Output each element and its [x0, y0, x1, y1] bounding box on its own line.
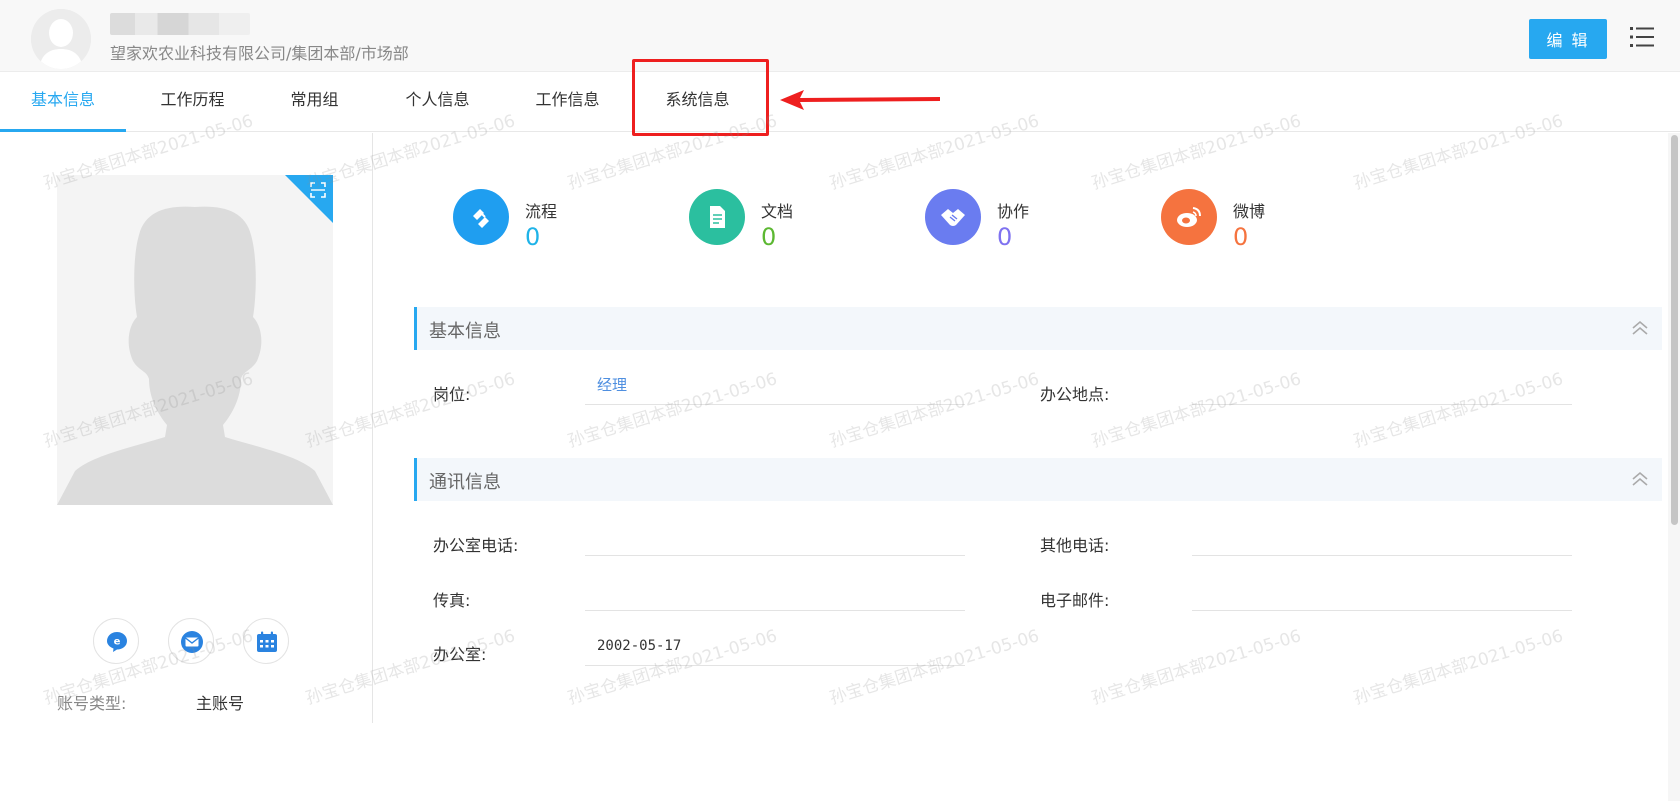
- mail-icon: [181, 631, 203, 653]
- workflow-icon: [453, 189, 509, 245]
- tab-work-info[interactable]: 工作信息: [525, 72, 610, 132]
- watermark-text: 孙宝仓集团本部2021-05-06: [1089, 626, 1304, 709]
- account-type-value: 主账号: [196, 694, 245, 713]
- avatar-silhouette-icon: [31, 9, 91, 69]
- profile-sidebar: e 账号类型: 主账号: [0, 133, 373, 723]
- section-basic-info: 基本信息: [414, 307, 1662, 350]
- account-type-label: 账号类型:: [57, 694, 127, 713]
- user-avatar: [31, 9, 91, 69]
- user-name-blurred: ██████: [110, 13, 250, 35]
- list-menu-icon[interactable]: [1630, 26, 1654, 48]
- section-title: 基本信息: [429, 321, 501, 342]
- field-label-fax: 传真:: [433, 591, 471, 610]
- stat-documents[interactable]: 文档 0: [689, 187, 889, 257]
- chat-e-icon: e: [107, 632, 127, 652]
- user-profile-page: ██████ 望家欢农业科技有限公司/集团本部/市场部 编 辑 基本信息 工作历…: [0, 0, 1680, 801]
- profile-photo: [57, 175, 333, 505]
- stat-count: 0: [525, 223, 541, 251]
- annotation-arrow-icon: [780, 90, 940, 110]
- system-info-highlight-box: [632, 59, 769, 136]
- user-organization-path: 望家欢农业科技有限公司/集团本部/市场部: [110, 44, 409, 63]
- stat-label: 流程: [525, 202, 558, 221]
- tab-personal-info[interactable]: 个人信息: [395, 72, 480, 132]
- profile-header: ██████ 望家欢农业科技有限公司/集团本部/市场部 编 辑: [0, 0, 1680, 72]
- scrollbar-thumb[interactable]: [1671, 135, 1678, 525]
- tab-basic-info[interactable]: 基本信息: [0, 72, 126, 132]
- field-value-office-phone: [585, 522, 965, 556]
- stat-count: 0: [1233, 223, 1249, 251]
- field-label-office: 办公室:: [433, 645, 487, 664]
- weibo-icon: [1161, 189, 1217, 245]
- field-label-office-phone: 办公室电话:: [433, 536, 519, 555]
- section-contact-info: 通讯信息: [414, 458, 1662, 501]
- calendar-button[interactable]: [243, 618, 289, 664]
- person-silhouette-icon: [57, 175, 333, 505]
- stat-collaboration[interactable]: 协作 0: [925, 187, 1125, 257]
- svg-text:e: e: [114, 637, 121, 648]
- scan-corner-icon[interactable]: [285, 175, 333, 223]
- field-label-email: 电子邮件:: [1040, 591, 1110, 610]
- stat-count: 0: [761, 223, 777, 251]
- tab-common-groups[interactable]: 常用组: [272, 72, 357, 132]
- field-value-fax: [585, 577, 965, 611]
- stat-label: 文档: [761, 202, 794, 221]
- watermark-text: 孙宝仓集团本部2021-05-06: [1351, 626, 1566, 709]
- collapse-chevron-icon[interactable]: [1630, 318, 1650, 338]
- edit-button[interactable]: 编 辑: [1529, 19, 1607, 59]
- stat-workflow[interactable]: 流程 0: [453, 187, 653, 257]
- field-value-email: [1192, 577, 1572, 611]
- field-value-office: 2002-05-17: [585, 632, 965, 666]
- field-label-position: 岗位:: [433, 385, 471, 404]
- document-icon: [689, 189, 745, 245]
- stat-label: 协作: [997, 202, 1030, 221]
- handshake-icon: [925, 189, 981, 245]
- calendar-icon: [257, 631, 277, 652]
- collapse-chevron-icon[interactable]: [1630, 469, 1650, 489]
- stat-weibo[interactable]: 微博 0: [1161, 187, 1361, 257]
- field-value-position[interactable]: 经理: [585, 371, 965, 405]
- ecology-message-button[interactable]: e: [93, 618, 139, 664]
- section-title: 通讯信息: [429, 472, 501, 493]
- field-label-office-location: 办公地点:: [1040, 385, 1110, 404]
- field-value-other-phone: [1192, 522, 1572, 556]
- tab-work-history[interactable]: 工作历程: [140, 72, 245, 132]
- send-email-button[interactable]: [168, 618, 214, 664]
- field-label-other-phone: 其他电话:: [1040, 536, 1110, 555]
- field-value-office-location: [1192, 371, 1572, 405]
- stat-label: 微博: [1233, 202, 1266, 221]
- stat-count: 0: [997, 223, 1013, 251]
